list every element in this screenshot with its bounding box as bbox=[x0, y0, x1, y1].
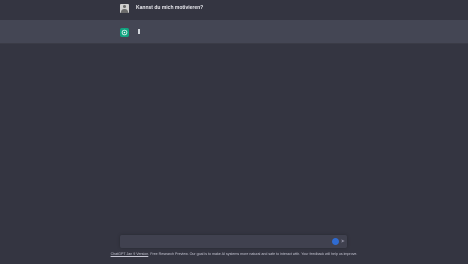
version-link[interactable]: ChatGPT Jan 9 Version bbox=[111, 252, 149, 256]
assistant-message-row bbox=[0, 20, 468, 44]
message-composer[interactable] bbox=[120, 235, 347, 248]
footer-disclaimer: ChatGPT Jan 9 Version. Free Research Pre… bbox=[0, 252, 468, 257]
openai-logo-icon bbox=[120, 28, 129, 37]
user-message-row: Kannst du mich motivieren? bbox=[0, 0, 468, 21]
footer-text: . Free Research Preview. Our goal is to … bbox=[148, 252, 358, 256]
user-avatar-icon bbox=[120, 4, 129, 13]
message-input[interactable] bbox=[124, 237, 324, 246]
send-arrow-icon[interactable] bbox=[341, 239, 345, 243]
chat-page: Kannst du mich motivieren? ChatGPT Jan 9… bbox=[0, 0, 468, 264]
typing-cursor bbox=[138, 29, 140, 34]
user-message-text: Kannst du mich motivieren? bbox=[136, 5, 204, 11]
extension-badge-icon[interactable] bbox=[332, 238, 339, 245]
